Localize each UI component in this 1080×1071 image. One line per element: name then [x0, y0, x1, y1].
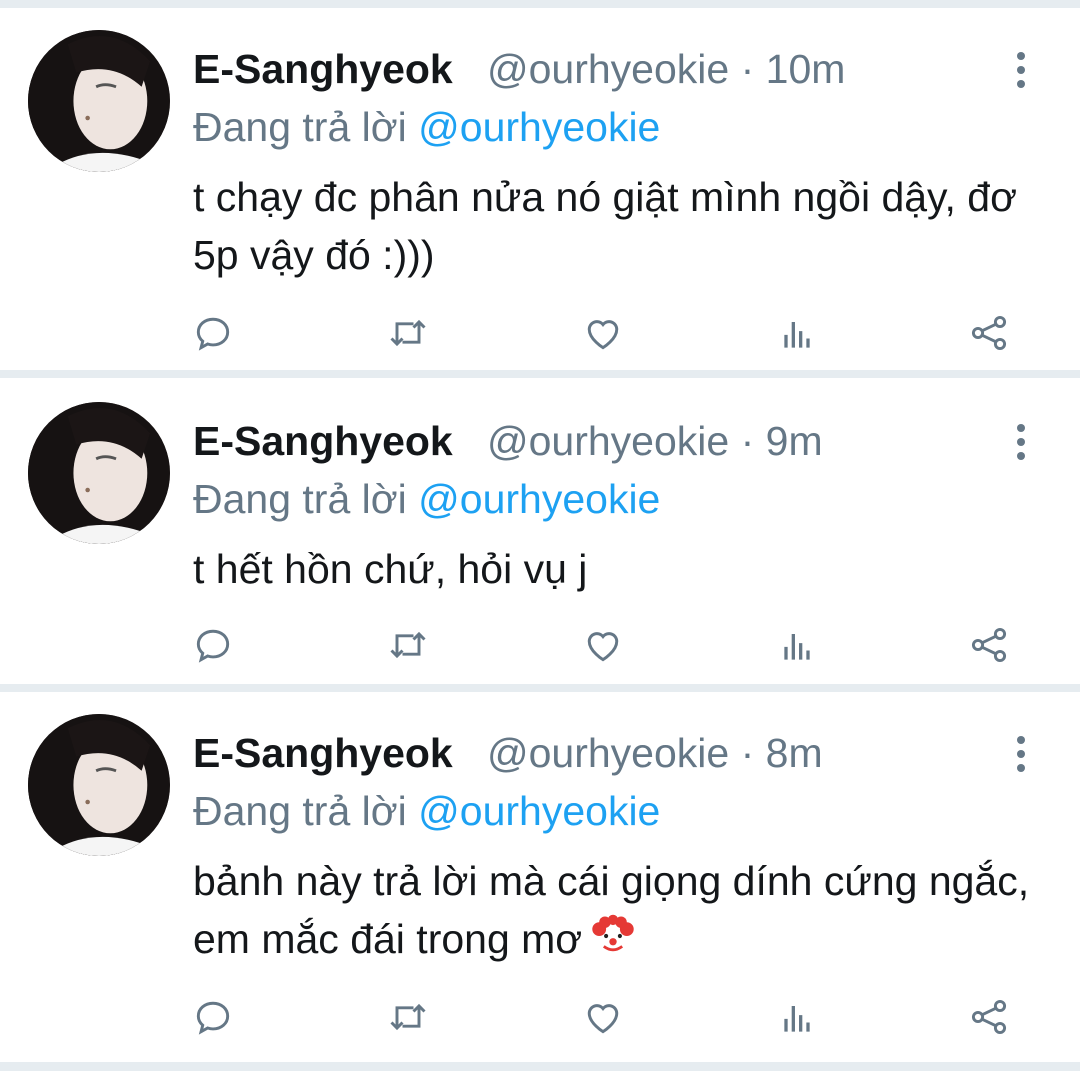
reply-icon[interactable] [188, 992, 238, 1042]
like-icon[interactable] [578, 308, 628, 358]
like-icon[interactable] [578, 620, 628, 670]
reply-prefix: Đang trả lời [193, 476, 407, 522]
reply-prefix: Đang trả lời [193, 104, 407, 150]
timestamp[interactable]: 8m [766, 730, 823, 776]
display-name[interactable]: E-Sanghyeok [193, 418, 453, 465]
like-icon[interactable] [578, 992, 628, 1042]
replying-to: Đang trả lời @ourhyeokie [193, 476, 660, 523]
reply-mention[interactable]: @ourhyeokie [418, 788, 660, 834]
share-icon[interactable] [964, 308, 1014, 358]
handle[interactable]: @ourhyeokie [487, 418, 729, 464]
action-bar [0, 620, 1080, 670]
handle[interactable]: @ourhyeokie [487, 730, 729, 776]
tweet-2[interactable]: E-Sanghyeok @ourhyeokie · 9m Đang trả lờ… [0, 380, 1080, 688]
timestamp[interactable]: 9m [766, 418, 823, 464]
replying-to: Đang trả lời @ourhyeokie [193, 788, 660, 835]
reply-icon[interactable] [188, 308, 238, 358]
handle-time: @ourhyeokie · 9m [487, 418, 823, 465]
bottom-divider [0, 1062, 1080, 1071]
tweet-1[interactable]: E-Sanghyeok @ourhyeokie · 10m Đang trả l… [0, 8, 1080, 370]
display-name[interactable]: E-Sanghyeok [193, 730, 453, 777]
tweet-text: t hết hồn chứ, hỏi vụ j [193, 546, 588, 592]
retweet-icon[interactable] [383, 620, 433, 670]
avatar[interactable] [28, 714, 170, 856]
timestamp[interactable]: 10m [766, 46, 846, 92]
share-icon[interactable] [964, 992, 1014, 1042]
divider [0, 370, 1080, 378]
more-options-icon[interactable] [1008, 732, 1034, 772]
tweet-text: bảnh này trả lời mà cái giọng dính cứng … [193, 852, 1043, 968]
analytics-icon[interactable] [772, 992, 822, 1042]
separator: · [740, 418, 755, 464]
retweet-icon[interactable] [383, 308, 433, 358]
avatar[interactable] [28, 402, 170, 544]
handle-time: @ourhyeokie · 8m [487, 730, 823, 777]
action-bar [0, 308, 1080, 358]
replying-to: Đang trả lời @ourhyeokie [193, 104, 660, 151]
share-icon[interactable] [964, 620, 1014, 670]
retweet-icon[interactable] [383, 992, 433, 1042]
reply-mention[interactable]: @ourhyeokie [418, 104, 660, 150]
separator: · [740, 46, 755, 92]
handle[interactable]: @ourhyeokie [487, 46, 729, 92]
reply-icon[interactable] [188, 620, 238, 670]
tweet-text: t chạy đc phân nửa nó giật mình ngồi dậy… [193, 174, 1017, 278]
reply-prefix: Đang trả lời [193, 788, 407, 834]
avatar[interactable] [28, 30, 170, 172]
more-options-icon[interactable] [1008, 48, 1034, 88]
reply-mention[interactable]: @ourhyeokie [418, 476, 660, 522]
analytics-icon[interactable] [772, 308, 822, 358]
analytics-icon[interactable] [772, 620, 822, 670]
top-divider [0, 0, 1080, 8]
handle-time: @ourhyeokie · 10m [487, 46, 845, 93]
more-options-icon[interactable] [1008, 420, 1034, 460]
divider [0, 684, 1080, 692]
tweet-3[interactable]: E-Sanghyeok @ourhyeokie · 8m Đang trả lờ… [0, 692, 1080, 1060]
display-name[interactable]: E-Sanghyeok [193, 46, 453, 93]
action-bar [0, 992, 1080, 1042]
separator: · [740, 730, 755, 776]
clown-face-emoji [592, 914, 634, 956]
